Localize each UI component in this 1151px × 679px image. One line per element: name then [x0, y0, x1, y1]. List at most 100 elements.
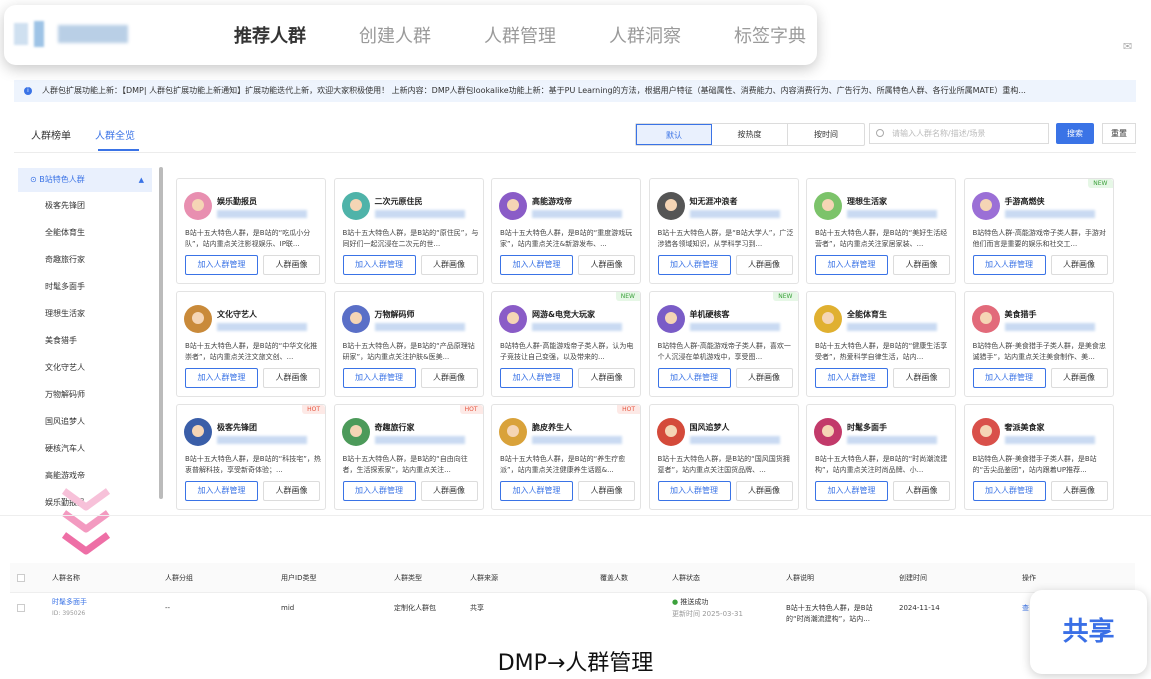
portrait-button[interactable]: 人群画像	[893, 481, 950, 501]
sidebar-item[interactable]: 硬核汽车人	[18, 435, 152, 462]
search-button[interactable]: 搜索	[1056, 123, 1094, 144]
avatar	[656, 192, 685, 220]
portrait-button[interactable]: 人群画像	[735, 255, 793, 275]
search-input[interactable]: 请输入人群名称/描述/场景	[869, 123, 1049, 144]
nav-tab[interactable]: 推荐人群	[234, 22, 306, 48]
portrait-button[interactable]: 人群画像	[420, 255, 478, 275]
avatar	[971, 305, 1000, 333]
portrait-button[interactable]: 人群画像	[893, 255, 950, 275]
add-to-management-button[interactable]: 加入人群管理	[342, 255, 416, 275]
audience-card[interactable]: 奢派美食家 B站特色人群-美食猎手子类人群，是B站的“舌尖品鉴团”，站内跟着UP推…	[963, 404, 1114, 510]
audience-card[interactable]: NEW 手游高燃侠 B站特色人群-高能游戏帝子类人群，手游对他们而言是重要的娱乐和社…	[963, 178, 1114, 284]
add-to-management-button[interactable]: 加入人群管理	[342, 481, 416, 501]
portrait-button[interactable]: 人群画像	[578, 255, 635, 275]
nav-tab[interactable]: 人群洞察	[609, 22, 681, 48]
sort-default-button[interactable]: 默认	[636, 124, 712, 145]
portrait-button[interactable]: 人群画像	[735, 368, 793, 388]
column-header: 人群来源	[470, 574, 498, 582]
column-header: 人群分组	[165, 574, 193, 582]
sidebar-item[interactable]: 时髦多面手	[18, 273, 152, 300]
portrait-button[interactable]: 人群画像	[263, 255, 320, 275]
nav-tab[interactable]: 创建人群	[359, 22, 431, 48]
add-to-management-button[interactable]: 加入人群管理	[815, 481, 888, 501]
divider	[0, 515, 1151, 516]
category-sidebar: ⊙ B站特色人群 ▲ 极客先锋团 全能体育生 奇趣旅行家 时髦多面手 理想生活家 美食猎手…	[18, 168, 152, 516]
sidebar-item[interactable]: 全能体育生	[18, 219, 152, 246]
add-to-management-button[interactable]: 加入人群管理	[815, 368, 888, 388]
nav-tab[interactable]: 人群管理	[484, 22, 556, 48]
sidebar-item[interactable]: 奇趣旅行家	[18, 246, 152, 273]
add-to-management-button[interactable]: 加入人群管理	[185, 255, 258, 275]
feedback-icon[interactable]: ✉	[1123, 40, 1132, 53]
audience-card[interactable]: 全能体育生 B站十五大特色人群，是B站的“健康生活享受者”，热爱科学自律生活，站内…	[806, 291, 956, 397]
audience-card[interactable]: NEW 单机硬核客 B站特色人群-高能游戏帝子类人群，喜欢一个人沉浸在单机游戏中，享…	[648, 291, 799, 397]
sidebar-item[interactable]: 文化守艺人	[18, 354, 152, 381]
column-header: 人群说明	[786, 574, 814, 582]
audience-card[interactable]: HOT 脆皮养生人 B站十五大特色人群，是B站的“养生疗愈派”，站内重点关注健康养生…	[491, 404, 641, 510]
portrait-button[interactable]: 人群画像	[735, 481, 793, 501]
add-to-management-button[interactable]: 加入人群管理	[500, 481, 573, 501]
nav-tab[interactable]: 标签字典	[734, 22, 806, 48]
sidebar-item[interactable]: 极客先锋团	[18, 192, 152, 219]
sidebar-item[interactable]: 高能游戏帝	[18, 462, 152, 489]
add-to-management-button[interactable]: 加入人群管理	[657, 481, 731, 501]
reset-button[interactable]: 重置	[1102, 123, 1136, 144]
audience-card[interactable]: 万物解码师 B站十五大特色人群，是B站的“产品原理钻研家”，站内重点关注护肤&医美…	[333, 291, 484, 397]
tab-ranking[interactable]: 人群榜单	[31, 127, 71, 142]
column-header: 人群类型	[394, 574, 422, 582]
add-to-management-button[interactable]: 加入人群管理	[972, 368, 1046, 388]
add-to-management-button[interactable]: 加入人群管理	[185, 481, 258, 501]
sidebar-item[interactable]: 理想生活家	[18, 300, 152, 327]
sidebar-item[interactable]: 万物解码师	[18, 381, 152, 408]
row-op-link[interactable]: 查	[1022, 593, 1029, 623]
add-to-management-button[interactable]: 加入人群管理	[972, 481, 1046, 501]
audience-card[interactable]: 二次元原住民 B站十五大特色人群，是B站的“原住民”，与同好们一起沉浸在二次元的世…	[333, 178, 484, 284]
audience-card[interactable]: HOT 极客先锋团 B站十五大特色人群，是B站的“科技宅”，热衷普解科技，享受新奇体…	[176, 404, 326, 510]
divider	[14, 152, 1136, 153]
portrait-button[interactable]: 人群画像	[263, 481, 320, 501]
portrait-button[interactable]: 人群画像	[1050, 368, 1108, 388]
portrait-button[interactable]: 人群画像	[1050, 255, 1108, 275]
audience-card[interactable]: 时髦多面手 B站十五大特色人群，是B站的“时尚潮流建构”，站内重点关注时尚品牌、小…	[806, 404, 956, 510]
audience-card[interactable]: 理想生活家 B站十五大特色人群，是B站的“美好生活经营者”，站内重点关注家居家装、…	[806, 178, 956, 284]
audience-card[interactable]: 文化守艺人 B站十五大特色人群，是B站的“中华文化推崇者”，站内重点关注文旅文创、…	[176, 291, 326, 397]
sidebar-item[interactable]: 国风追梦人	[18, 408, 152, 435]
audience-card[interactable]: 国风追梦人 B站十五大特色人群，是B站的“国风国货拥趸者”，站内重点关注国货品牌、…	[648, 404, 799, 510]
sidebar-scrollbar[interactable]	[159, 167, 163, 499]
row-checkbox[interactable]	[17, 604, 25, 612]
portrait-button[interactable]: 人群画像	[1050, 481, 1108, 501]
blurred-meta	[847, 323, 937, 331]
sort-time-button[interactable]: 按时间	[788, 124, 864, 145]
row-id-type: mid	[281, 604, 295, 612]
tab-overview[interactable]: 人群全览	[95, 127, 135, 142]
add-to-management-button[interactable]: 加入人群管理	[657, 255, 731, 275]
add-to-management-button[interactable]: 加入人群管理	[500, 368, 573, 388]
audience-card[interactable]: NEW 网游&电竞大玩家 B站特色人群-高能游戏帝子类人群，认为电子竞技让自己变强，…	[491, 291, 641, 397]
portrait-button[interactable]: 人群画像	[420, 481, 478, 501]
add-to-management-button[interactable]: 加入人群管理	[815, 255, 888, 275]
blurred-meta	[689, 323, 780, 331]
select-all-checkbox[interactable]	[17, 574, 25, 582]
portrait-button[interactable]: 人群画像	[578, 481, 635, 501]
audience-card[interactable]: HOT 奇趣旅行家 B站十五大特色人群，是B站的“自由向往者，生活探索家”，站内重点…	[333, 404, 484, 510]
portrait-button[interactable]: 人群画像	[263, 368, 320, 388]
card-description: B站十五大特色人群，是B站的“产品原理钻研家”，站内重点关注护肤&医美...	[342, 342, 475, 361]
audience-card[interactable]: 知无涯冲浪者 B站十五大特色人群，是“B站大学人”，广泛涉猎各领域知识，从学科学习…	[648, 178, 799, 284]
portrait-button[interactable]: 人群画像	[893, 368, 950, 388]
audience-card[interactable]: 娱乐勤报员 B站十五大特色人群，是B站的“吃瓜小分队”，站内重点关注影视娱乐、IP…	[176, 178, 326, 284]
add-to-management-button[interactable]: 加入人群管理	[500, 255, 573, 275]
sidebar-item[interactable]: 美食猎手	[18, 327, 152, 354]
add-to-management-button[interactable]: 加入人群管理	[657, 368, 731, 388]
audience-card[interactable]: 美食猎手 B站特色人群-美食猎手子类人群，是美食忠诚猎手”，站内重点关注美食制作、…	[963, 291, 1114, 397]
add-to-management-button[interactable]: 加入人群管理	[972, 255, 1046, 275]
sidebar-group[interactable]: ⊙ B站特色人群 ▲	[18, 168, 152, 192]
blurred-meta	[689, 210, 780, 218]
card-description: B站特色人群-高能游戏帝子类人群，喜欢一个人沉浸在单机游戏中，享受图...	[657, 342, 791, 361]
blurred-meta	[374, 210, 465, 218]
audience-card[interactable]: 高能游戏帝 B站十五大特色人群，是B站的“重度游戏玩家”，站内重点关注&新游发布、…	[491, 178, 641, 284]
add-to-management-button[interactable]: 加入人群管理	[342, 368, 416, 388]
sort-hot-button[interactable]: 按热度	[712, 124, 788, 145]
portrait-button[interactable]: 人群画像	[578, 368, 635, 388]
add-to-management-button[interactable]: 加入人群管理	[185, 368, 258, 388]
portrait-button[interactable]: 人群画像	[420, 368, 478, 388]
